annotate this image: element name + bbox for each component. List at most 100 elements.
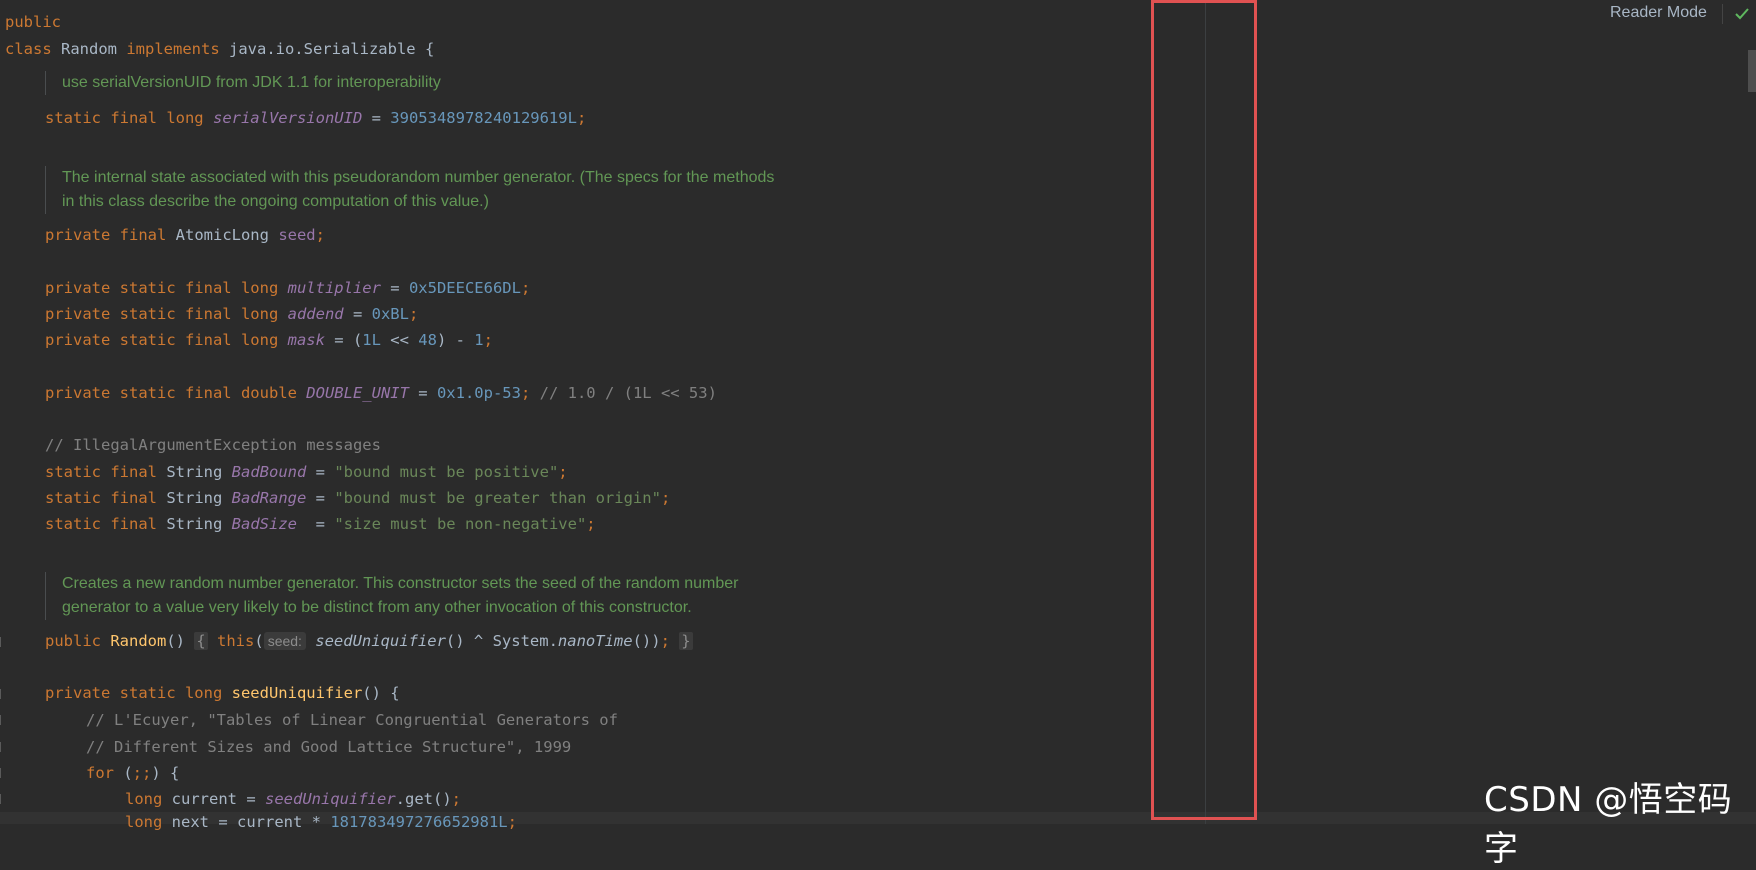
number-literal: 3905348978240129619L [390,109,577,127]
keyword: this [207,632,255,650]
doc-comment-text: in this class describe the ongoing compu… [62,193,489,210]
reader-mode-button[interactable]: Reader Mode [1610,4,1707,22]
field-name: BadRange [231,489,307,507]
code-line[interactable]: private static long seedUniquifier() { [45,683,400,703]
fold-marker-icon[interactable] [0,768,4,778]
code-line[interactable]: private static final long addend = 0xBL; [45,304,418,324]
keyword: class [5,40,52,58]
class-name: Random [51,40,127,58]
keyword: public [45,632,111,650]
code-line[interactable]: private static final long multiplier = 0… [45,278,530,298]
doc-comment-text: Creates a new random number generator. T… [62,575,739,592]
semicolon: ; [451,790,461,808]
parentheses: ( [254,632,264,650]
line-comment: // L'Ecuyer, "Tables of Linear Congruent… [86,711,618,729]
number-literal: 1L [362,331,381,349]
method-name: seedUniquifier [231,684,363,702]
string-literal: "size must be non-negative" [334,515,587,533]
field-name: mask [287,331,325,349]
field-name: DOUBLE_UNIT [306,384,409,402]
semicolon: ; [483,331,493,349]
code-line[interactable]: for (;;) { [86,763,179,783]
type-ref: java.io.Serializable { [219,40,435,58]
semicolon: ; [660,489,671,507]
code-line[interactable]: public Random() { this(seed: seedUniquif… [45,631,693,651]
method-call: .get() [395,790,452,808]
code-line[interactable]: class Random implements java.io.Serializ… [5,39,434,59]
keyword: static final [45,463,167,481]
code-line[interactable]: public [5,12,61,32]
field-name: seedUniquifier [265,790,396,808]
semicolon: ; [586,515,596,533]
code-line[interactable]: // Different Sizes and Good Lattice Stru… [86,737,571,757]
parentheses: ()) [632,632,661,650]
code-line[interactable]: long current = seedUniquifier.get(); [125,789,461,809]
method-call: seedUniquifier [305,632,446,650]
semicolon: ; [576,109,587,127]
operator: = ( [324,331,363,349]
keyword: private static long [45,684,232,702]
fold-marker-icon[interactable] [0,742,4,752]
expression: () ^ System. [445,632,558,650]
number-literal: 0xBL [371,305,409,323]
semicolon: ; [507,813,517,831]
keyword: private static final long [45,331,288,349]
code-line[interactable]: static final long serialVersionUID = 390… [45,108,586,128]
fold-marker-icon[interactable] [0,637,4,647]
code-line[interactable]: static final String BadBound = "bound mu… [45,462,568,482]
doc-comment[interactable]: The internal state associated with this … [45,166,774,214]
keyword: static final [45,515,167,533]
code-line[interactable]: private static final double DOUBLE_UNIT … [45,383,717,403]
method-name: Random [110,632,167,650]
number-literal: 181783497276652981L [330,813,508,831]
method-call: nanoTime [557,632,633,650]
folded-brace[interactable]: } [679,632,693,650]
doc-comment-text: generator to a value very likely to be d… [62,599,692,616]
keyword: long [125,813,172,831]
code-editor[interactable]: public class Random implements java.io.S… [0,0,1756,869]
code-line[interactable]: long next = current * 181783497276652981… [125,812,517,832]
parentheses: () { [362,684,400,702]
line-comment: // IllegalArgumentException messages [45,436,381,454]
semicolon: ;; [132,764,152,782]
keyword: implements [126,40,220,58]
code-line[interactable]: // L'Ecuyer, "Tables of Linear Congruent… [86,710,618,730]
type-ref: String [166,515,232,533]
number-literal: 0x1.0p-53 [436,384,521,402]
keyword: private static final double [45,384,307,402]
fold-marker-icon[interactable] [0,794,4,804]
field-name: BadBound [231,463,307,481]
code-line[interactable]: static final String BadSize = "size must… [45,514,596,534]
line-comment: // Different Sizes and Good Lattice Stru… [86,738,572,756]
keyword: private final [45,226,176,244]
code-line[interactable]: private final AtomicLong seed; [45,225,325,245]
parentheses: ) { [151,764,180,782]
check-icon[interactable] [1734,6,1750,22]
parentheses: ( [114,764,133,782]
operator: = [306,489,335,507]
doc-comment[interactable]: use serialVersionUID from JDK 1.1 for in… [45,71,441,95]
annotation-highlight-box [1151,0,1257,820]
parentheses: () [166,632,195,650]
code-line[interactable]: // IllegalArgumentException messages [45,435,381,455]
variable: next = current * [171,813,331,831]
line-comment: // 1.0 / (1L << 53) [539,384,717,402]
keyword: static final [45,489,167,507]
field-name: serialVersionUID [212,109,363,127]
semicolon: ; [558,463,568,481]
semicolon: ; [408,305,419,323]
operator: = [343,305,372,323]
doc-comment[interactable]: Creates a new random number generator. T… [45,572,739,620]
scrollbar-thumb[interactable] [1748,50,1756,92]
code-line[interactable]: private static final long mask = (1L << … [45,330,493,350]
fold-marker-icon[interactable] [0,689,4,699]
number-literal: 48 [418,331,437,349]
field-name: multiplier [287,279,381,297]
folded-brace[interactable]: { [194,632,208,650]
operator: = [362,109,391,127]
fold-marker-icon[interactable] [0,715,4,725]
operator: << [380,331,419,349]
field-name: BadSize [231,515,297,533]
keyword: private static final long [45,305,288,323]
code-line[interactable]: static final String BadRange = "bound mu… [45,488,670,508]
